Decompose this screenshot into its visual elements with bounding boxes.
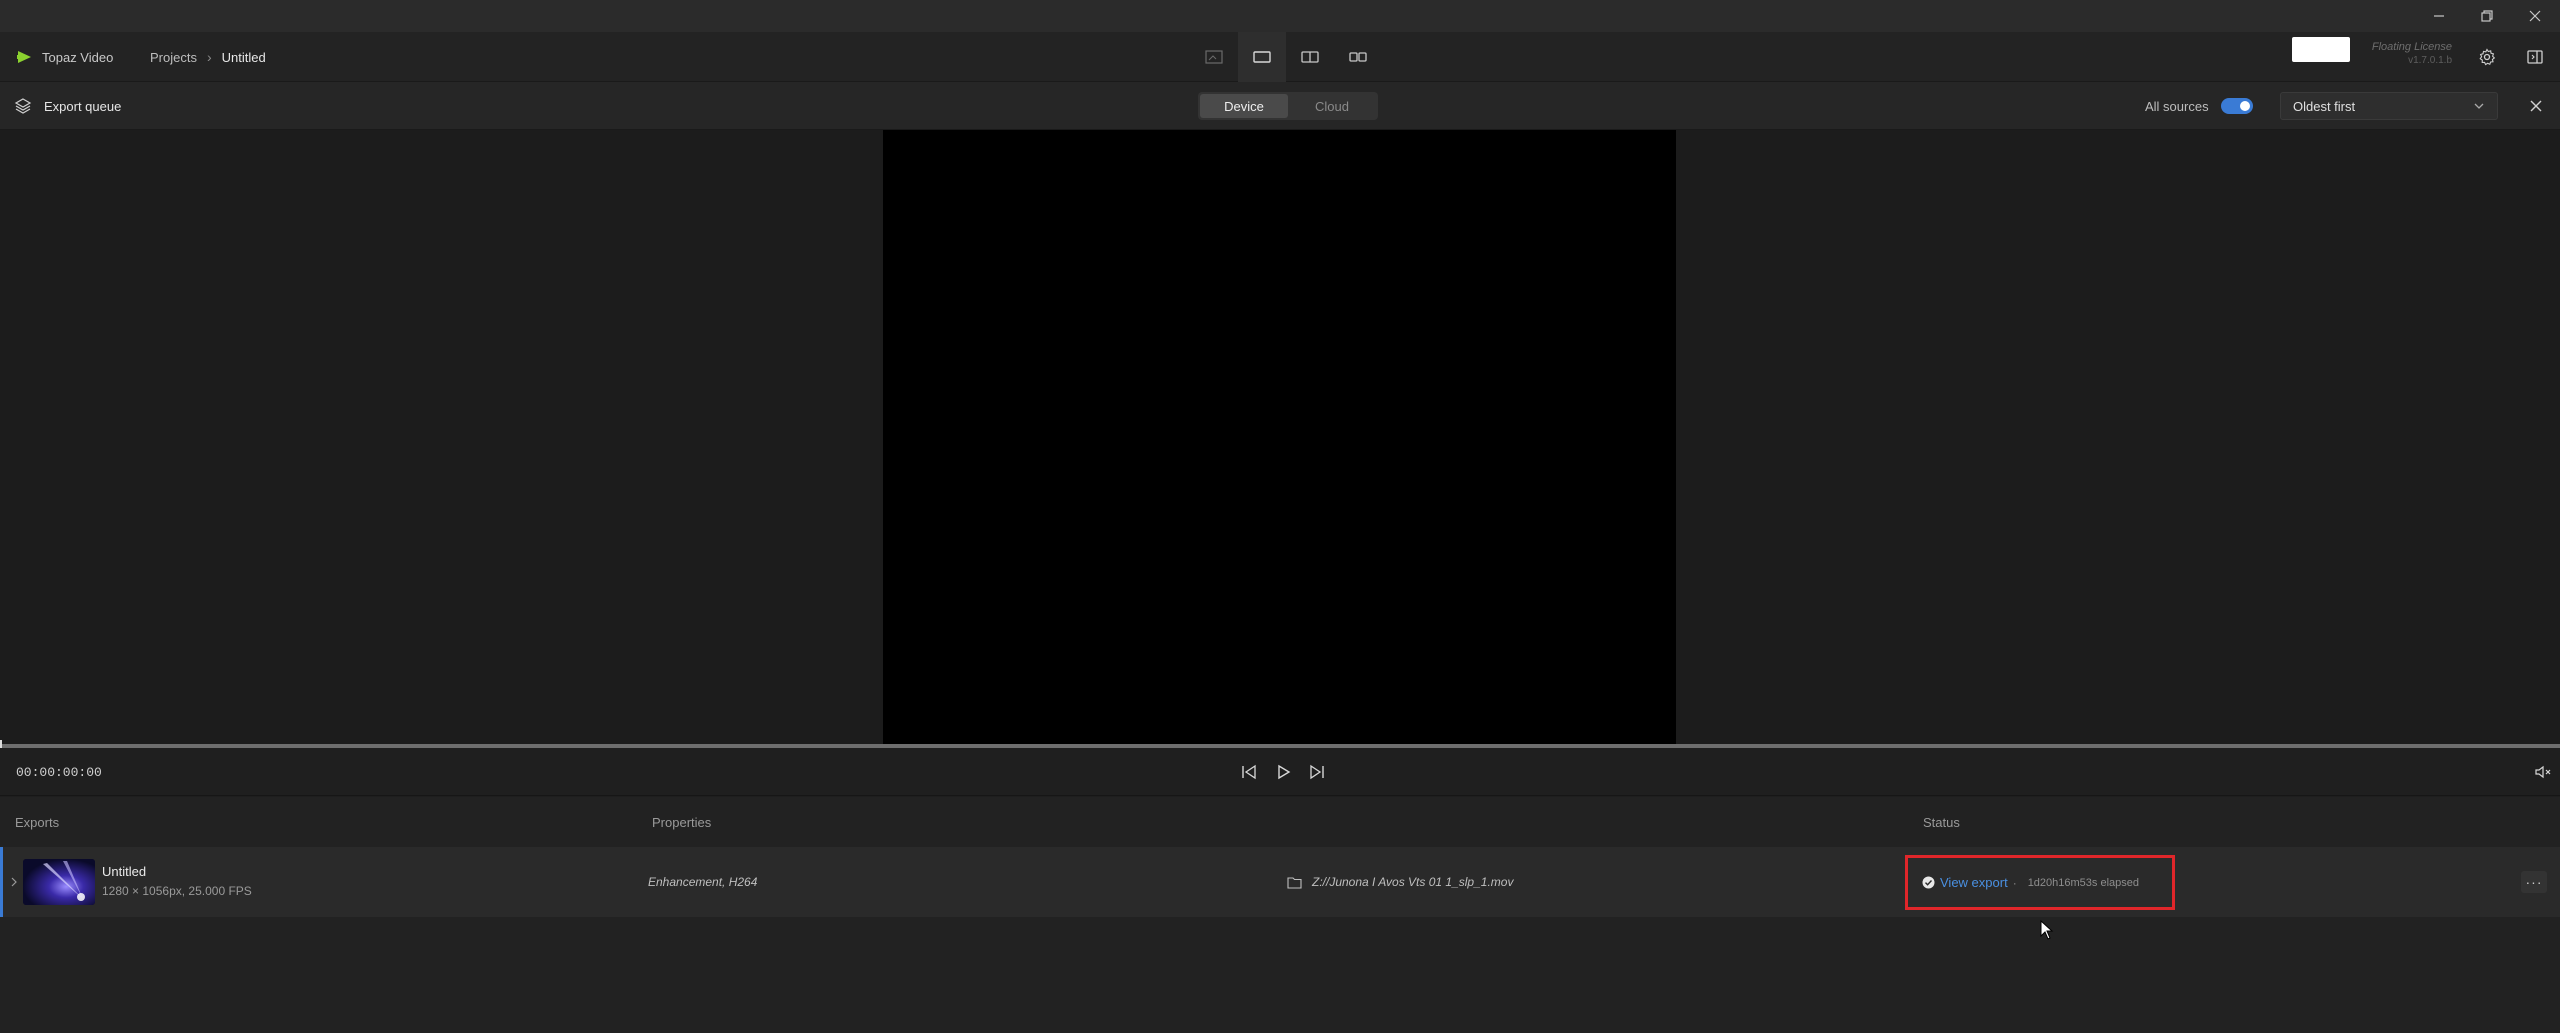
export-output-path[interactable]: Z://Junona I Avos Vts 01 1_slp_1.mov (1287, 847, 1513, 917)
layers-icon (14, 98, 32, 114)
row-more-button[interactable]: ··· (2521, 871, 2547, 893)
export-status: View export · 1d20h16m53s elapsed (1905, 855, 2175, 910)
app-name: Topaz Video (42, 49, 114, 65)
tab-device[interactable]: Device (1200, 94, 1288, 118)
next-frame-button[interactable] (1304, 759, 1330, 785)
toggle-panel-button[interactable] (2515, 32, 2555, 82)
close-icon (2530, 100, 2542, 112)
export-title: Untitled (102, 864, 147, 879)
image-view-icon (1205, 50, 1223, 64)
window-titlebar (0, 0, 2560, 32)
speaker-muted-icon (2535, 765, 2551, 779)
export-queue-label: Export queue (44, 98, 122, 114)
breadcrumb: Projects › Untitled (150, 32, 266, 82)
close-icon (2529, 10, 2541, 22)
output-path-text: Z://Junona I Avos Vts 01 1_slp_1.mov (1312, 875, 1514, 889)
gear-icon (2479, 48, 2496, 66)
close-queue-button[interactable] (2518, 82, 2554, 130)
sort-order-value: Oldest first (2293, 98, 2356, 114)
sort-order-select[interactable]: Oldest first (2280, 92, 2498, 120)
license-info: Floating License v1.7.0.1.b (2358, 40, 2452, 68)
check-circle-icon (1922, 876, 1935, 889)
export-queue-bar: Export queue Device Cloud All sources Ol… (0, 82, 2560, 130)
chevron-down-icon (2474, 103, 2484, 109)
status-separator: · (2012, 875, 2017, 890)
app-version: v1.7.0.1.b (2408, 55, 2452, 66)
export-specs: 1280 × 1056px, 25.000 FPS (102, 884, 252, 898)
step-forward-icon (1310, 764, 1324, 780)
timecode: 00:00:00:00 (16, 764, 102, 780)
minimize-icon (2434, 15, 2444, 17)
play-icon (1278, 764, 1291, 780)
play-button[interactable] (1270, 759, 1296, 785)
single-view-icon (1253, 51, 1271, 63)
restore-button[interactable] (2462, 0, 2512, 32)
view-side-by-side-button[interactable] (1334, 32, 1382, 82)
split-view-icon (1301, 51, 1319, 63)
minimize-button[interactable] (2414, 0, 2464, 32)
side-by-side-icon (1349, 52, 1367, 62)
settings-button[interactable] (2467, 32, 2507, 82)
previous-frame-button[interactable] (1236, 759, 1262, 785)
step-back-icon (1242, 764, 1256, 780)
mute-button[interactable] (2530, 748, 2556, 796)
account-avatar[interactable] (2292, 37, 2350, 62)
column-exports: Exports (15, 814, 60, 830)
tab-cloud[interactable]: Cloud (1288, 94, 1376, 118)
license-type: Floating License (2371, 41, 2452, 53)
export-queue-title: Export queue (14, 82, 121, 130)
video-preview[interactable] (883, 130, 1676, 744)
breadcrumb-current[interactable]: Untitled (222, 50, 266, 65)
playback-controls (1236, 748, 1330, 796)
transport-bar: 00:00:00:00 (0, 748, 2560, 796)
chevron-right-icon (11, 877, 17, 887)
export-properties: Enhancement, H264 (648, 875, 758, 889)
folder-icon (1287, 876, 1302, 889)
table-row[interactable]: Untitled 1280 × 1056px, 25.000 FPS Enhan… (0, 847, 2560, 917)
export-thumbnail (23, 859, 95, 905)
all-sources-control: All sources (2145, 82, 2253, 130)
mouse-cursor-icon (2040, 920, 2054, 940)
column-properties: Properties (652, 814, 712, 830)
breadcrumb-projects[interactable]: Projects (150, 50, 197, 65)
video-thumbnail-image (23, 859, 95, 905)
close-window-button[interactable] (2510, 0, 2560, 32)
view-split-button[interactable] (1286, 32, 1334, 82)
app-header: Topaz Video Projects › Untitled (0, 32, 2560, 82)
column-status: Status (1923, 814, 1960, 830)
more-horizontal-icon: ··· (2525, 874, 2543, 890)
elapsed-time: 1d20h16m53s elapsed (2027, 876, 2139, 889)
view-single-button[interactable] (1238, 32, 1286, 82)
expand-row-button[interactable] (9, 847, 19, 917)
view-mode-toggles (1190, 32, 1382, 82)
sidebar-panel-icon (2527, 50, 2543, 64)
view-original-button[interactable] (1190, 32, 1238, 82)
queue-source-tabs: Device Cloud (1198, 92, 1378, 120)
play-logo-icon (17, 51, 31, 63)
all-sources-toggle[interactable] (2220, 98, 2253, 114)
app-logo[interactable]: Topaz Video (16, 32, 113, 82)
chevron-right-icon: › (206, 49, 212, 65)
preview-area (0, 130, 2560, 744)
restore-icon (2481, 10, 2493, 22)
exports-table: Exports Properties Status Untitled 1280 … (0, 797, 2560, 1033)
view-export-link[interactable]: View export (1940, 875, 2008, 890)
all-sources-label: All sources (2145, 98, 2209, 114)
